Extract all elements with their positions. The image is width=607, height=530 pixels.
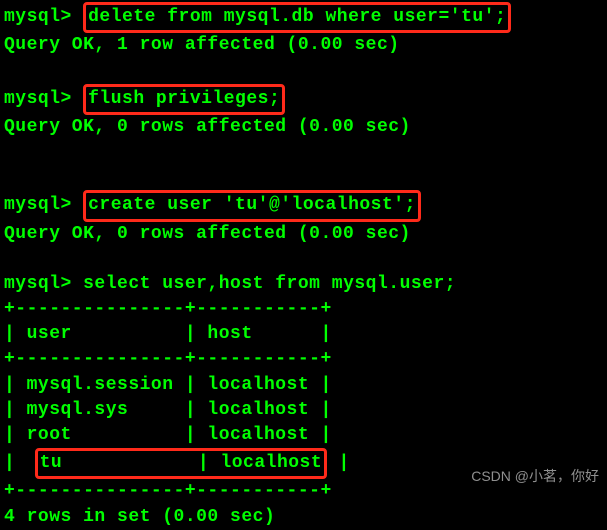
terminal-line: mysql> flush privileges; [4, 84, 603, 115]
query-result: 4 rows in set (0.00 sec) [4, 505, 603, 530]
blank-line [4, 165, 603, 190]
sql-cmd-create-user: create user 'tu'@'localhost'; [83, 190, 421, 221]
table-header: | user | host | [4, 322, 603, 347]
query-result: Query OK, 1 row affected (0.00 sec) [4, 33, 603, 58]
mysql-prompt: mysql> [4, 274, 83, 294]
sql-cmd-flush: flush privileges; [83, 84, 285, 115]
terminal-line: mysql> create user 'tu'@'localhost'; [4, 190, 603, 221]
terminal-line: mysql> delete from mysql.db where user='… [4, 2, 603, 33]
mysql-prompt: mysql> [4, 7, 83, 27]
table-row: | root | localhost | [4, 423, 603, 448]
mysql-prompt: mysql> [4, 195, 83, 215]
csdn-watermark: CSDN @小茗，你好 [471, 467, 599, 487]
table-border: +---------------+-----------+ [4, 347, 603, 372]
blank-line [4, 247, 603, 272]
table-row: | mysql.session | localhost | [4, 373, 603, 398]
mysql-prompt: mysql> [4, 89, 83, 109]
table-cell-trailing: | [327, 453, 350, 473]
sql-cmd-delete: delete from mysql.db where user='tu'; [83, 2, 511, 33]
table-row: | mysql.sys | localhost | [4, 398, 603, 423]
table-border: +---------------+-----------+ [4, 297, 603, 322]
table-cell-leading: | [4, 453, 27, 473]
blank-line [4, 58, 603, 83]
query-result: Query OK, 0 rows affected (0.00 sec) [4, 222, 603, 247]
blank-line [4, 140, 603, 165]
table-row-tu: tu | localhost [35, 448, 328, 479]
query-result: Query OK, 0 rows affected (0.00 sec) [4, 115, 603, 140]
sql-cmd-select: select user,host from mysql.user; [83, 274, 456, 294]
terminal-line: mysql> select user,host from mysql.user; [4, 272, 603, 297]
